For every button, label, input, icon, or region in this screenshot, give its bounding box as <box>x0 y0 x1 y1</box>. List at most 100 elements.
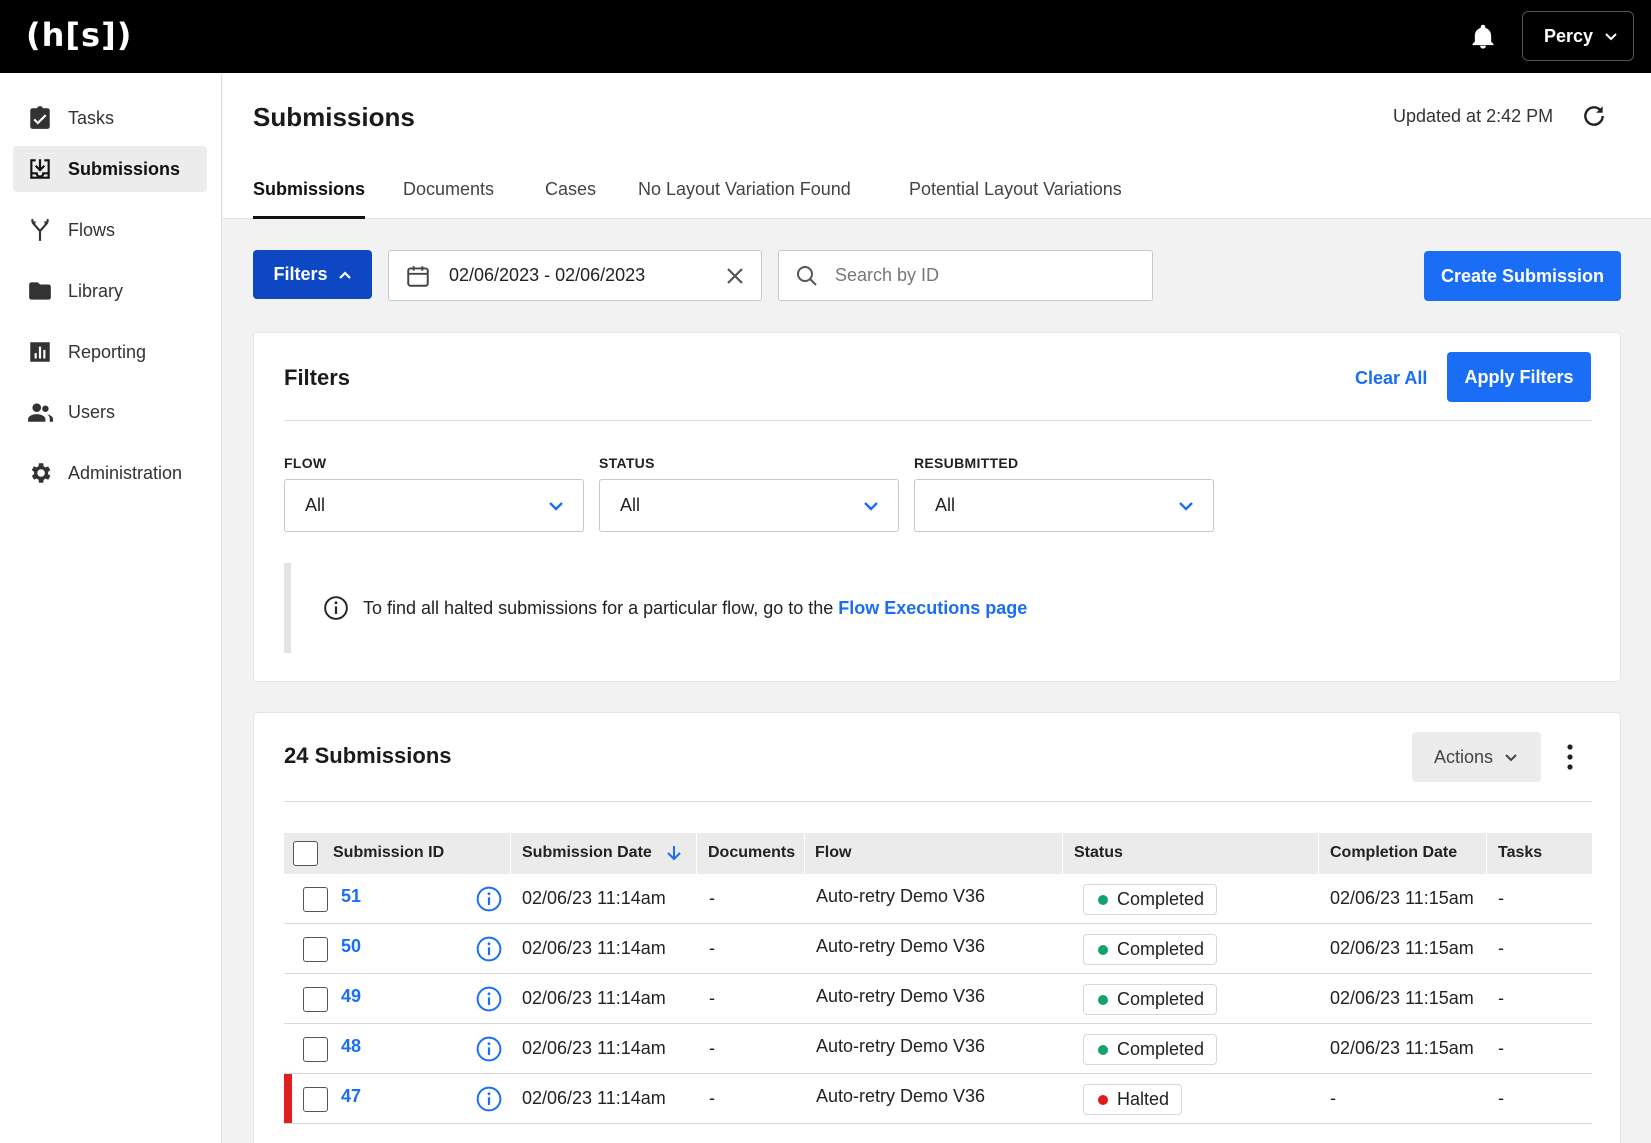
documents-count: - <box>709 938 715 958</box>
flow-filter-select[interactable]: All <box>284 479 584 532</box>
sidebar-item-library[interactable]: Library <box>13 268 207 314</box>
flow-name: Auto-retry Demo V36 <box>816 986 986 1006</box>
tab-cases[interactable]: Cases <box>545 179 596 219</box>
calendar-icon <box>407 265 429 287</box>
status-label: Completed <box>1117 939 1205 959</box>
row-checkbox[interactable] <box>303 987 328 1012</box>
tab-submissions[interactable]: Submissions <box>253 179 366 219</box>
user-name: Percy <box>1544 25 1594 46</box>
submission-id-link[interactable]: 51 <box>341 886 361 907</box>
status-dot <box>1098 894 1108 905</box>
clear-all-button[interactable]: Clear All <box>1355 368 1427 389</box>
create-submission-button[interactable]: Create Submission <box>1424 251 1621 301</box>
submission-id-link[interactable]: 48 <box>341 1036 361 1057</box>
resubmitted-filter-select[interactable]: All <box>914 479 1214 532</box>
column-header-tasks[interactable]: Tasks <box>1498 844 1542 862</box>
page-title: Submissions <box>253 102 415 132</box>
status-filter-select[interactable]: All <box>599 479 899 532</box>
column-header-completion-date[interactable]: Completion Date <box>1330 844 1457 862</box>
submission-date: 02/06/23 11:14am <box>522 938 666 958</box>
info-icon[interactable] <box>476 936 502 962</box>
filters-panel: Filters Clear All Apply Filters FLOW All… <box>253 332 1621 682</box>
sidebar-item-tasks[interactable]: Tasks <box>13 95 207 141</box>
status-badge: Completed <box>1083 884 1218 915</box>
updated-timestamp: Updated at 2:42 PM <box>1393 106 1554 126</box>
status-label: Halted <box>1117 1089 1170 1109</box>
tab-no-layout-variation-found[interactable]: No Layout Variation Found <box>638 179 851 219</box>
row-checkbox[interactable] <box>303 887 328 912</box>
inbox-download-icon <box>30 159 50 179</box>
actions-button[interactable]: Actions <box>1412 732 1541 782</box>
flow-executions-link[interactable]: Flow Executions page <box>838 598 1027 619</box>
row-checkbox[interactable] <box>303 1087 328 1112</box>
column-separator <box>1062 833 1063 874</box>
select-all-checkbox[interactable] <box>293 841 318 866</box>
gear-icon <box>31 463 51 483</box>
table-row[interactable]: 49 02/06/23 11:14am - Auto-retry Demo V36 Co… <box>284 974 1592 1024</box>
table-row[interactable]: 48 02/06/23 11:14am - Auto-retry Demo V36 Co… <box>284 1024 1592 1074</box>
tab-potential-layout-variations[interactable]: Potential Layout Variations <box>909 179 1122 219</box>
flow-name: Auto-retry Demo V36 <box>816 1036 986 1056</box>
search-input[interactable] <box>835 265 1135 286</box>
clear-date-icon[interactable] <box>725 266 745 286</box>
sidebar-item-users[interactable]: Users <box>13 389 207 435</box>
sidebar-item-label: Administration <box>68 462 183 483</box>
completion-date: 02/06/23 11:15am <box>1330 1038 1474 1058</box>
table-row[interactable]: 51 02/06/23 11:14am - Auto-retry Demo V36 Co… <box>284 874 1592 924</box>
info-icon[interactable] <box>476 886 502 912</box>
table-header: Submission ID Submission Date Documents … <box>284 833 1592 874</box>
sort-descending-icon[interactable] <box>665 844 683 862</box>
tab-documents[interactable]: Documents <box>403 179 494 219</box>
refresh-icon[interactable] <box>1581 103 1607 129</box>
info-icon[interactable] <box>476 986 502 1012</box>
chevron-down-icon <box>864 501 878 511</box>
status-label: Completed <box>1117 1039 1205 1059</box>
row-checkbox[interactable] <box>303 937 328 962</box>
flow-name: Auto-retry Demo V36 <box>816 1086 986 1106</box>
completion-date: - <box>1330 1088 1336 1108</box>
folder-icon <box>29 282 51 300</box>
submission-date: 02/06/23 11:14am <box>522 988 666 1008</box>
column-header-status[interactable]: Status <box>1074 844 1123 862</box>
status-badge: Halted <box>1083 1084 1183 1115</box>
info-icon[interactable] <box>476 1036 502 1062</box>
sidebar-item-reporting[interactable]: Reporting <box>13 329 207 375</box>
clipboard-check-icon <box>30 106 50 129</box>
table-row[interactable]: 47 02/06/23 11:14am - Auto-retry Demo V36 Ha… <box>284 1074 1592 1124</box>
info-icon[interactable] <box>476 1086 502 1112</box>
table-row[interactable]: 50 02/06/23 11:14am - Auto-retry Demo V36 Co… <box>284 924 1592 974</box>
app-logo[interactable]: (h[s]) <box>26 16 132 54</box>
column-separator <box>1318 833 1319 874</box>
column-header-submission-id[interactable]: Submission ID <box>333 844 444 862</box>
bell-icon[interactable] <box>1469 22 1497 52</box>
submission-id-link[interactable]: 49 <box>341 986 361 1007</box>
more-options-icon[interactable] <box>1565 743 1575 771</box>
chevron-down-icon <box>549 501 563 511</box>
sidebar-item-submissions[interactable]: Submissions <box>13 146 207 192</box>
row-checkbox[interactable] <box>303 1037 328 1062</box>
tasks-count: - <box>1498 938 1504 958</box>
apply-filters-button[interactable]: Apply Filters <box>1447 352 1591 402</box>
tasks-count: - <box>1498 888 1504 908</box>
actions-label: Actions <box>1433 746 1494 767</box>
documents-count: - <box>709 1088 715 1108</box>
chevron-down-icon <box>1505 754 1517 762</box>
search-box <box>778 250 1153 301</box>
filters-toggle-label: Filters <box>273 264 328 284</box>
sidebar-item-flows[interactable]: Flows <box>13 207 207 253</box>
user-menu-button[interactable]: Percy <box>1522 11 1634 61</box>
status-filter-value: All <box>620 495 641 515</box>
resubmitted-filter-label: RESUBMITTED <box>914 455 1019 471</box>
sidebar-item-administration[interactable]: Administration <box>13 450 207 496</box>
column-header-flow[interactable]: Flow <box>815 844 851 862</box>
column-header-submission-date[interactable]: Submission Date <box>522 844 652 862</box>
users-icon <box>28 403 53 422</box>
column-header-documents[interactable]: Documents <box>708 844 795 862</box>
filters-toggle-button[interactable]: Filters <box>253 250 372 299</box>
column-separator <box>696 833 697 874</box>
submission-id-link[interactable]: 50 <box>341 936 361 957</box>
date-range-picker[interactable]: 02/06/2023 - 02/06/2023 <box>388 250 762 301</box>
notice-text: To find all halted submissions for a par… <box>363 597 834 618</box>
sidebar-item-label: Library <box>68 280 124 301</box>
submission-id-link[interactable]: 47 <box>341 1086 361 1107</box>
